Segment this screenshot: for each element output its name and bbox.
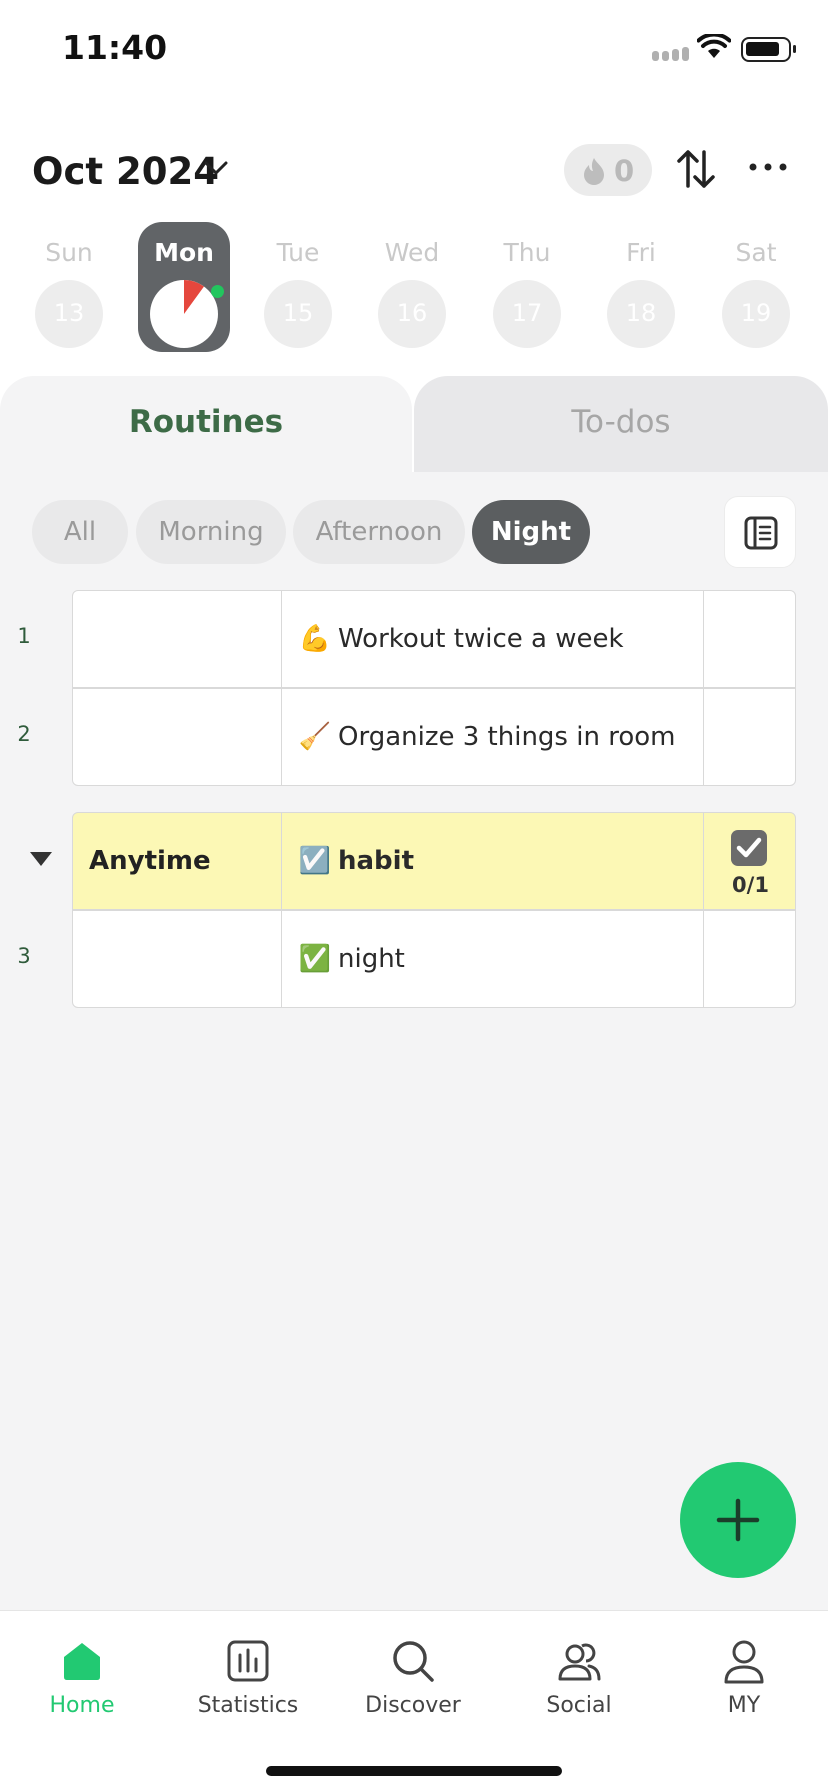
nav-home-label: Home <box>49 1693 115 1718</box>
filter-afternoon[interactable]: Afternoon <box>293 500 465 564</box>
home-indicator <box>266 1766 562 1776</box>
day-name: Thu <box>503 238 551 267</box>
battery-icon <box>741 37 796 62</box>
table-cell[interactable] <box>703 688 796 786</box>
row-number: 2 <box>17 722 31 746</box>
nav-my-label: MY <box>727 1693 761 1718</box>
notebook-icon <box>744 516 778 550</box>
notes-view-button[interactable] <box>724 496 796 568</box>
status-bar: 11:40 <box>0 0 828 100</box>
nav-home[interactable]: Home <box>12 1625 152 1725</box>
nav-discover-label: Discover <box>365 1693 461 1718</box>
day-number: 16 <box>396 299 428 327</box>
cellular-signal-icon <box>652 46 692 65</box>
routine-title-cell[interactable]: 🧹 Organize 3 things in room <box>281 688 704 786</box>
day-number: 15 <box>282 299 314 327</box>
day-sun[interactable]: Sun 13 <box>23 222 115 352</box>
table-row[interactable]: 3 ✅ night <box>17 910 796 1008</box>
nav-social[interactable]: Social <box>509 1625 649 1725</box>
routine-title: night <box>338 944 405 974</box>
bar-chart-icon <box>227 1640 269 1682</box>
month-title[interactable]: Oct 2024 <box>32 150 219 193</box>
routine-title-cell[interactable]: ✅ night <box>281 910 704 1008</box>
day-progress-ring: 14 <box>150 280 224 348</box>
day-sat[interactable]: Sat 19 <box>710 222 802 352</box>
routine-emoji: ✅ <box>298 944 332 974</box>
group-title: habit <box>338 846 415 876</box>
table-cell[interactable] <box>72 688 282 786</box>
day-name: Mon <box>154 238 214 267</box>
filter-morning[interactable]: Morning <box>136 500 286 564</box>
day-name: Sun <box>45 238 93 267</box>
chevron-down-icon[interactable] <box>204 160 228 176</box>
search-icon <box>393 1641 434 1682</box>
more-options-icon[interactable] <box>748 162 788 172</box>
day-name: Wed <box>384 238 440 267</box>
day-name: Fri <box>626 238 656 267</box>
calendar-header: Oct 2024 0 <box>0 140 828 200</box>
day-wed[interactable]: Wed 16 <box>366 222 458 352</box>
tab-routines[interactable]: Routines <box>0 376 412 472</box>
nav-my[interactable]: MY <box>674 1625 814 1725</box>
table-cell[interactable] <box>703 590 796 688</box>
table-cell[interactable] <box>72 910 282 1008</box>
group-progress-cell[interactable]: 0/1 <box>703 812 796 910</box>
routines-panel: All Morning Afternoon Night 1 💪 Workout t… <box>0 472 828 1612</box>
routine-emoji: 💪 <box>298 624 332 654</box>
routine-title: Workout twice a week <box>338 624 624 654</box>
day-number: 19 <box>740 299 772 327</box>
nav-statistics[interactable]: Statistics <box>178 1625 318 1725</box>
collapse-caret-icon[interactable] <box>28 850 54 868</box>
status-time: 11:40 <box>62 28 168 67</box>
day-number: 14 <box>168 299 200 327</box>
group-name-cell[interactable]: Anytime <box>72 812 282 910</box>
sort-icon[interactable] <box>676 148 716 190</box>
group-name: Anytime <box>89 846 211 876</box>
plus-icon <box>716 1498 760 1542</box>
wifi-icon <box>697 34 731 58</box>
filter-all[interactable]: All <box>32 500 128 564</box>
tab-todos-label: To-dos <box>571 404 671 440</box>
bottom-nav: Home Statistics Discover Social MY <box>0 1610 828 1792</box>
table-cell[interactable] <box>72 590 282 688</box>
day-name: Tue <box>276 238 320 267</box>
day-number: 17 <box>511 299 543 327</box>
routine-tabs: Routines To-dos <box>0 376 828 472</box>
routine-emoji: 🧹 <box>298 722 332 752</box>
day-fri[interactable]: Fri 18 <box>595 222 687 352</box>
home-icon <box>64 1643 100 1680</box>
streak-count: 0 <box>614 154 635 188</box>
status-dot <box>211 285 224 298</box>
day-mon-selected[interactable]: Mon 14 <box>138 222 230 352</box>
week-strip: Sun 13 Mon 14 Tue 15 Wed 16 Thu 17 Fri 1… <box>0 222 828 352</box>
group-header-row[interactable]: Anytime ☑️ habit 0/1 <box>30 812 796 910</box>
day-number: 13 <box>53 299 85 327</box>
nav-discover[interactable]: Discover <box>343 1625 483 1725</box>
group-title-cell[interactable]: ☑️ habit <box>281 812 704 910</box>
routine-title-cell[interactable]: 💪 Workout twice a week <box>281 590 704 688</box>
nav-social-label: Social <box>546 1693 612 1718</box>
day-name: Sat <box>735 238 777 267</box>
routine-title: Organize 3 things in room <box>338 722 676 752</box>
streak-badge[interactable]: 0 <box>564 144 652 196</box>
group-emoji: ☑️ <box>298 846 332 876</box>
group-count: 0/1 <box>732 873 769 897</box>
flame-icon <box>584 158 604 185</box>
tab-routines-label: Routines <box>128 404 284 440</box>
day-tue[interactable]: Tue 15 <box>252 222 344 352</box>
nav-statistics-label: Statistics <box>197 1693 299 1718</box>
day-number: 18 <box>625 299 657 327</box>
table-row[interactable]: 1 💪 Workout twice a week <box>17 590 796 688</box>
checkbox-icon <box>731 830 767 866</box>
tab-todos[interactable]: To-dos <box>414 376 828 472</box>
row-number: 1 <box>17 624 31 648</box>
table-row[interactable]: 2 🧹 Organize 3 things in room <box>17 688 796 786</box>
user-icon <box>724 1640 764 1684</box>
filter-night[interactable]: Night <box>472 500 590 564</box>
row-number: 3 <box>17 944 31 968</box>
people-icon <box>558 1643 601 1681</box>
table-cell[interactable] <box>703 910 796 1008</box>
day-thu[interactable]: Thu 17 <box>481 222 573 352</box>
add-button[interactable] <box>680 1462 796 1578</box>
